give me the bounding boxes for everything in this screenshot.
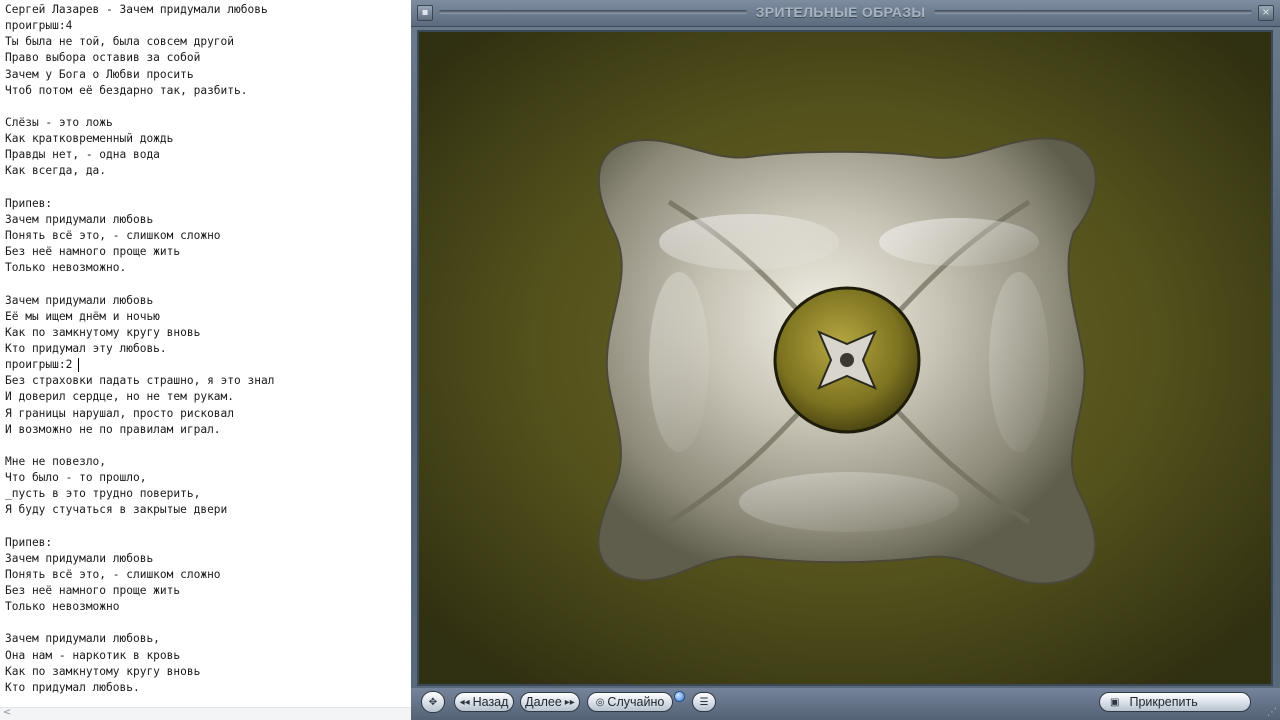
move-icon: ✥ bbox=[428, 696, 438, 708]
text-line[interactable] bbox=[5, 99, 405, 115]
text-line[interactable]: Без неё намного проще жить bbox=[5, 244, 405, 260]
close-icon[interactable]: × bbox=[1258, 5, 1274, 21]
text-editor-pane[interactable]: Сергей Лазарев - Зачем придумали любовь п… bbox=[0, 0, 412, 720]
window-title: ЗРИТЕЛЬНЫЕ ОБРАЗЫ bbox=[755, 4, 926, 20]
text-line[interactable]: Ты была не той, была совсем другой bbox=[5, 34, 405, 50]
text-line[interactable] bbox=[5, 615, 405, 631]
visualization-display bbox=[417, 30, 1273, 686]
lyrics-text[interactable]: Сергей Лазарев - Зачем придумали любовь п… bbox=[5, 2, 405, 696]
next-label: Далее bbox=[525, 695, 562, 709]
forward-icon: ▸▸ bbox=[564, 696, 575, 708]
options-button[interactable]: ☰ bbox=[692, 692, 716, 712]
text-line[interactable]: Её мы ищем днём и ночью bbox=[5, 309, 405, 325]
text-line[interactable]: Мне не повезло, bbox=[5, 454, 405, 470]
text-line[interactable]: Сергей Лазарев - Зачем придумали любовь bbox=[5, 2, 405, 18]
text-line[interactable]: Только невозможно bbox=[5, 599, 405, 615]
text-line[interactable] bbox=[5, 519, 405, 535]
horizontal-scrollbar[interactable]: < bbox=[0, 707, 411, 720]
pin-label: Прикрепить bbox=[1129, 695, 1198, 709]
window-menu-icon[interactable]: ▪ bbox=[417, 5, 433, 21]
random-button[interactable]: ◎ Случайно bbox=[587, 692, 673, 712]
text-line[interactable] bbox=[5, 438, 405, 454]
text-line[interactable]: Понять всё это, - слишком сложно bbox=[5, 228, 405, 244]
back-button[interactable]: ◂◂ Назад bbox=[454, 692, 514, 712]
text-line[interactable]: Право выбора оставив за собой bbox=[5, 50, 405, 66]
scroll-left-icon[interactable]: < bbox=[3, 707, 11, 718]
text-line[interactable]: Кто придумал любовь. bbox=[5, 680, 405, 696]
text-line[interactable]: Зачем придумали любовь bbox=[5, 293, 405, 309]
next-button[interactable]: Далее ▸▸ bbox=[520, 692, 580, 712]
text-line[interactable]: Зачем придумали любовь, bbox=[5, 631, 405, 647]
text-line[interactable]: _пусть в это трудно поверить, bbox=[5, 486, 405, 502]
pin-button[interactable]: ▣ Прикрепить bbox=[1099, 692, 1251, 712]
text-line[interactable] bbox=[5, 276, 405, 292]
text-line[interactable]: Понять всё это, - слишком сложно bbox=[5, 567, 405, 583]
random-indicator-icon[interactable] bbox=[674, 691, 685, 702]
text-line[interactable]: Что было - то прошло, bbox=[5, 470, 405, 486]
text-line[interactable]: И возможно не по правилам играл. bbox=[5, 422, 405, 438]
text-line[interactable]: Без страховки падать страшно, я это знал bbox=[5, 373, 405, 389]
text-line[interactable]: Как по замкнутому кругу вновь bbox=[5, 664, 405, 680]
text-line[interactable]: Я границы нарушал, просто рисковал bbox=[5, 406, 405, 422]
list-icon: ☰ bbox=[699, 696, 709, 708]
random-label: Случайно bbox=[607, 695, 665, 709]
title-bar[interactable]: ▪ ЗРИТЕЛЬНЫЕ ОБРАЗЫ × bbox=[411, 0, 1280, 27]
text-line[interactable]: Как по замкнутому кругу вновь bbox=[5, 325, 405, 341]
visualization-window: ▪ ЗРИТЕЛЬНЫЕ ОБРАЗЫ × ✥ ◂◂ Назад Далее ▸… bbox=[411, 0, 1280, 720]
rewind-icon: ◂◂ bbox=[459, 696, 470, 708]
navigate-button[interactable]: ✥ bbox=[421, 691, 445, 713]
text-line[interactable]: Припев: bbox=[5, 196, 405, 212]
text-line[interactable]: Она нам - наркотик в кровь bbox=[5, 648, 405, 664]
control-bar: ✥ ◂◂ Назад Далее ▸▸ ◎ Случайно ☰ ▣ Прикр… bbox=[411, 688, 1280, 720]
text-line[interactable]: проигрыш:4 bbox=[5, 18, 405, 34]
text-line[interactable]: Я буду стучаться в закрытые двери bbox=[5, 502, 405, 518]
shuffle-icon: ◎ bbox=[595, 696, 605, 708]
text-line[interactable]: Слёзы - это ложь bbox=[5, 115, 405, 131]
text-line[interactable]: Зачем у Бога о Любви просить bbox=[5, 67, 405, 83]
metallic-ornament-image bbox=[419, 32, 1271, 684]
text-line[interactable]: Правды нет, - одна вода bbox=[5, 147, 405, 163]
title-groove-right bbox=[934, 10, 1252, 14]
text-line[interactable]: Как кратковременный дождь bbox=[5, 131, 405, 147]
text-line[interactable]: Припев: bbox=[5, 535, 405, 551]
text-line[interactable]: Только невозможно. bbox=[5, 260, 405, 276]
text-line[interactable] bbox=[5, 180, 405, 196]
text-line[interactable]: Без неё намного проще жить bbox=[5, 583, 405, 599]
resize-grip-icon[interactable]: ⋰ bbox=[1267, 707, 1277, 718]
text-line[interactable]: Зачем придумали любовь bbox=[5, 551, 405, 567]
text-line[interactable]: Чтоб потом её бездарно так, разбить. bbox=[5, 83, 405, 99]
text-line[interactable]: Как всегда, да. bbox=[5, 163, 405, 179]
pin-icon: ▣ bbox=[1110, 696, 1120, 708]
text-line[interactable]: Кто придумал эту любовь. bbox=[5, 341, 405, 357]
back-label: Назад bbox=[472, 695, 509, 709]
title-groove-left bbox=[439, 10, 747, 14]
text-caret bbox=[78, 358, 79, 372]
text-line[interactable]: Зачем придумали любовь bbox=[5, 212, 405, 228]
text-line[interactable]: И доверил сердце, но не тем рукам. bbox=[5, 389, 405, 405]
text-line[interactable]: проигрыш:2 bbox=[5, 357, 405, 373]
